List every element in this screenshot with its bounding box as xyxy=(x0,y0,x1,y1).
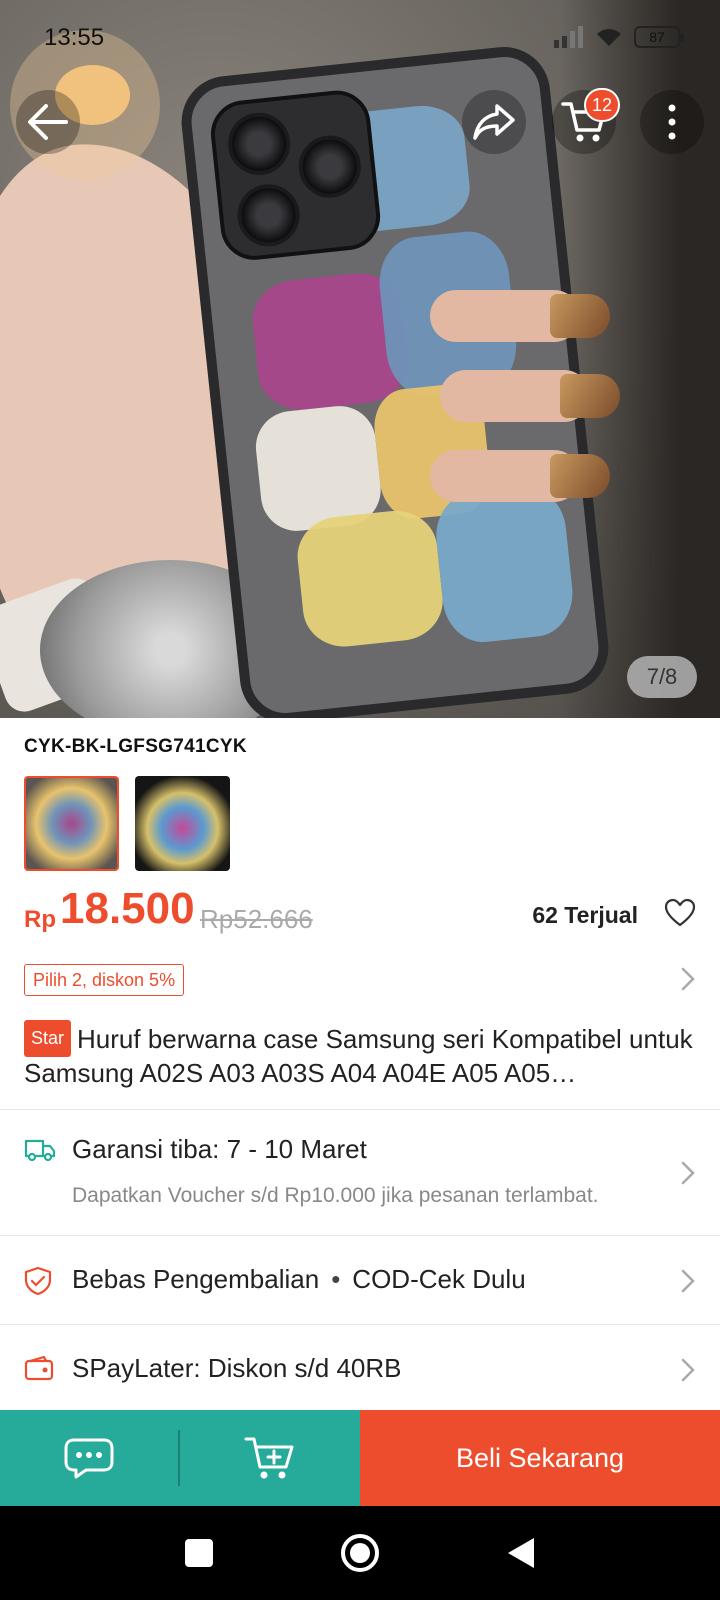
product-page: 13:55 87 12 7/8 CYK-BK-LGFSG741CYK Rp 18… xyxy=(0,0,720,1600)
status-bar: 13:55 87 xyxy=(0,0,720,80)
price-row: Rp 18.500 Rp52.666 62 Terjual xyxy=(24,884,696,944)
chevron-right-icon xyxy=(681,1358,695,1382)
promo-tag[interactable]: Pilih 2, diskon 5% xyxy=(24,964,185,996)
wifi-icon xyxy=(597,29,621,46)
chevron-right-icon xyxy=(681,1269,695,1293)
chat-button[interactable] xyxy=(0,1410,180,1506)
chevron-right-icon[interactable] xyxy=(680,966,696,992)
variant-thumbnail-1[interactable] xyxy=(24,776,119,871)
status-time: 13:55 xyxy=(44,24,105,51)
battery-icon: 87 xyxy=(634,26,684,48)
back-triangle-icon[interactable] xyxy=(506,1536,536,1570)
chevron-right-icon xyxy=(681,1161,695,1185)
star-badge: Star xyxy=(24,1020,72,1057)
share-button[interactable] xyxy=(462,90,526,154)
returns-row[interactable]: Bebas Pengembalian • COD-Cek Dulu xyxy=(0,1236,720,1324)
share-icon xyxy=(473,104,515,140)
original-price: Rp52.666 xyxy=(200,904,313,934)
chat-icon xyxy=(64,1438,114,1479)
wallet-icon xyxy=(24,1355,54,1381)
system-nav-bar xyxy=(0,1506,720,1600)
shipping-guarantee: Garansi tiba: 7 - 10 Maret xyxy=(72,1134,367,1164)
product-title-text: Huruf berwarna case Samsung seri Kompati… xyxy=(24,1024,693,1088)
signal-icon xyxy=(554,26,583,48)
returns-info: Bebas Pengembalian • COD-Cek Dulu xyxy=(72,1264,526,1294)
bottom-action-bar: Beli Sekarang xyxy=(0,1410,720,1506)
cart-count-badge: 12 xyxy=(584,88,621,122)
currency-label: Rp xyxy=(24,906,56,933)
add-to-cart-button[interactable] xyxy=(180,1410,360,1506)
add-to-cart-icon xyxy=(244,1437,294,1479)
back-button[interactable] xyxy=(16,90,80,154)
free-returns-label: Bebas Pengembalian xyxy=(72,1264,320,1294)
variant-thumbnails xyxy=(24,776,230,871)
home-icon[interactable] xyxy=(340,1533,380,1573)
recent-apps-icon[interactable] xyxy=(184,1538,214,1568)
image-counter: 7/8 xyxy=(627,656,697,698)
variant-name: CYK-BK-LGFSG741CYK xyxy=(24,736,247,757)
paylater-row[interactable]: SPayLater: Diskon s/d 40RB xyxy=(0,1325,720,1410)
more-button[interactable] xyxy=(640,90,704,154)
truck-icon xyxy=(24,1139,56,1162)
product-title: Star Huruf berwarna case Samsung seri Kom… xyxy=(24,1020,696,1090)
variant-thumbnail-2[interactable] xyxy=(135,776,230,871)
more-vertical-icon xyxy=(668,104,676,140)
cod-label: COD-Cek Dulu xyxy=(352,1264,526,1294)
shipping-row[interactable]: Garansi tiba: 7 - 10 Maret Dapatkan Vouc… xyxy=(0,1110,720,1234)
battery-level: 87 xyxy=(649,29,665,45)
heart-icon[interactable] xyxy=(664,898,696,928)
buy-now-button[interactable]: Beli Sekarang xyxy=(360,1410,720,1506)
shield-check-icon xyxy=(24,1266,52,1296)
paylater-label: SPayLater: Diskon s/d 40RB xyxy=(72,1353,402,1383)
current-price: 18.500 xyxy=(60,884,195,933)
sold-count: 62 Terjual xyxy=(532,902,638,928)
shipping-voucher-note: Dapatkan Voucher s/d Rp10.000 jika pesan… xyxy=(72,1184,599,1207)
back-arrow-icon xyxy=(28,104,68,140)
divider xyxy=(178,1430,180,1486)
